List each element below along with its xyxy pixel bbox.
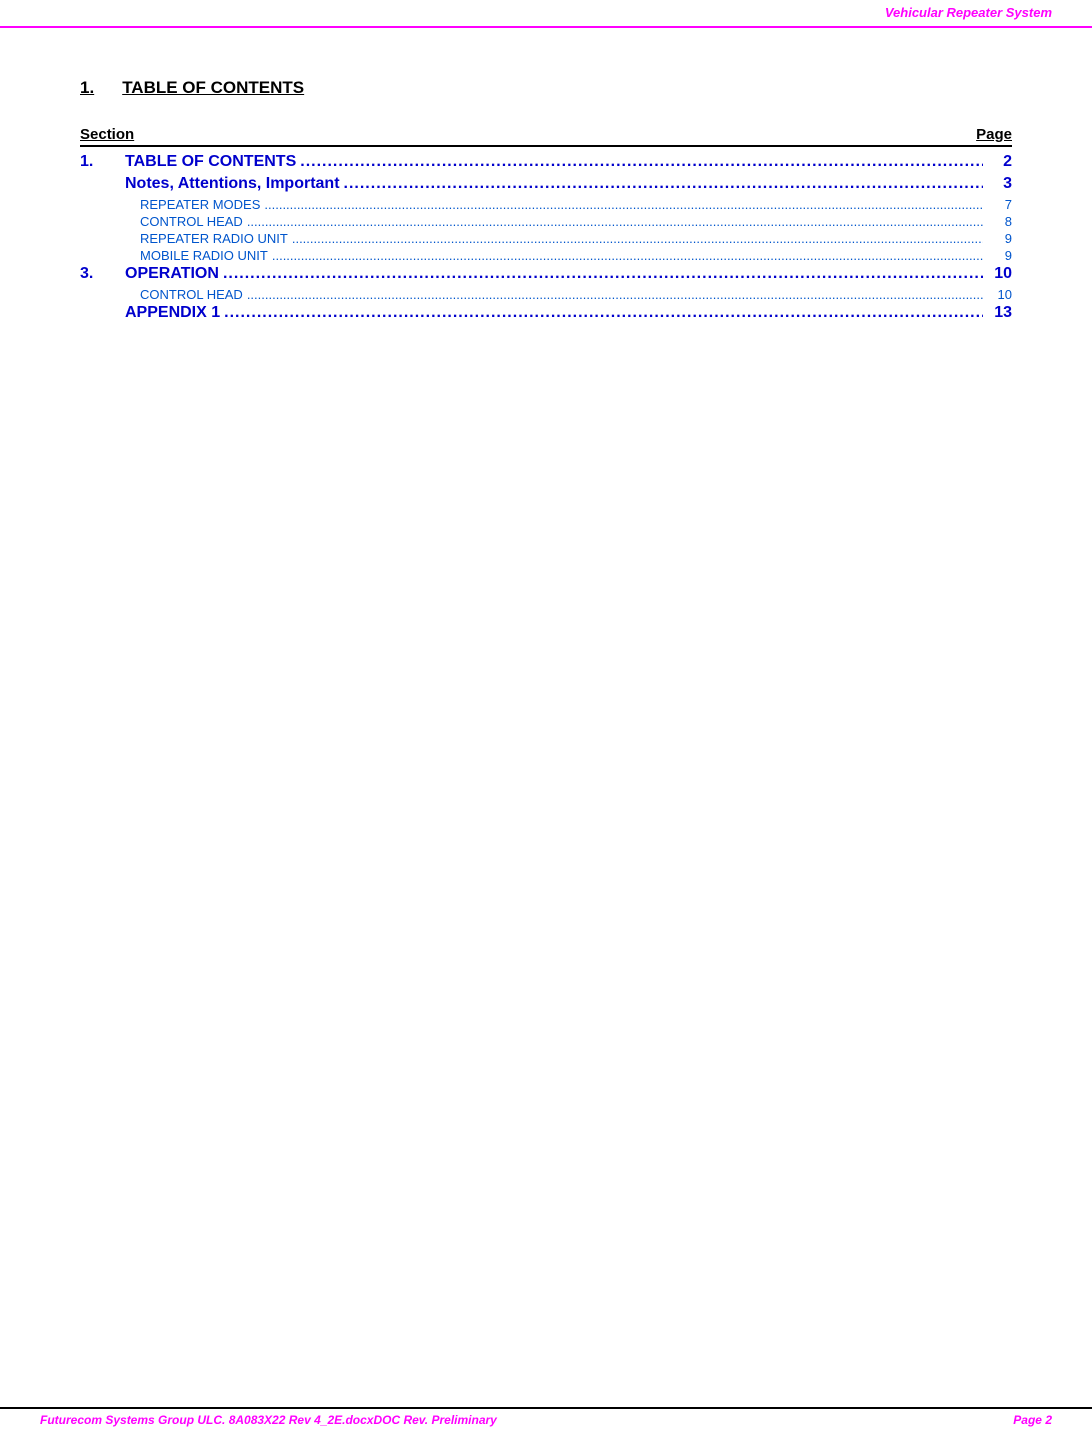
toc-dots: ........................................…	[344, 175, 983, 193]
header-title: Vehicular Repeater System	[885, 5, 1052, 20]
page-header: Vehicular Repeater System	[0, 0, 1092, 28]
toc-sub-dots: ........................................…	[264, 197, 983, 212]
toc-entry-text: Notes, Attentions, Important	[125, 175, 340, 193]
toc-sub-dots: ........................................…	[247, 214, 983, 229]
toc-entry-text: OPERATION	[125, 265, 219, 283]
page-container: Vehicular Repeater System 1.TABLE OF CON…	[0, 0, 1092, 1431]
toc-entry-main[interactable]: 1.TABLE OF CONTENTS ....................…	[80, 153, 1012, 171]
toc-sub-page: 10	[987, 287, 1012, 302]
toc-entry-number: 1.	[80, 153, 125, 171]
toc-entry-sub[interactable]: CONTROL HEAD ...........................…	[80, 214, 1012, 229]
heading-number: 1.	[80, 78, 94, 97]
page-column-label: Page	[976, 126, 1012, 143]
toc-sub-dots: ........................................…	[272, 248, 983, 263]
toc-sub-page: 7	[987, 197, 1012, 212]
toc-entry-text: TABLE OF CONTENTS	[125, 153, 296, 171]
toc-entry-sub[interactable]: REPEATER MODES .........................…	[80, 197, 1012, 212]
toc-sub-page: 9	[987, 248, 1012, 263]
toc-sub-page: 8	[987, 214, 1012, 229]
toc-entry-number: 3.	[80, 265, 125, 283]
toc-sub-text: REPEATER RADIO UNIT	[140, 231, 288, 246]
toc-entry-page: 2	[987, 153, 1012, 171]
toc-entry-text: APPENDIX 1	[125, 304, 220, 322]
toc-entry-page: 10	[987, 265, 1012, 283]
page-heading: 1. TABLE OF CONTENTS	[80, 78, 1012, 98]
page-footer: Futurecom Systems Group ULC. 8A083X22 Re…	[0, 1407, 1092, 1431]
toc-dots: ........................................…	[223, 265, 983, 283]
toc-entry-page: 3	[987, 175, 1012, 193]
section-column-label: Section	[80, 126, 134, 143]
toc-entry-main[interactable]: Notes, Attentions, Important ...........…	[80, 175, 1012, 193]
toc-sub-text: CONTROL HEAD	[140, 214, 243, 229]
toc-entry-sub[interactable]: CONTROL HEAD ...........................…	[80, 287, 1012, 302]
main-content: 1.TABLE OF CONTENTS Section Page 1.TABLE…	[0, 28, 1092, 386]
toc-entry-page: 13	[987, 304, 1012, 322]
toc-sub-page: 9	[987, 231, 1012, 246]
toc-entry-sub[interactable]: MOBILE RADIO UNIT ......................…	[80, 248, 1012, 263]
toc-entry-sub[interactable]: REPEATER RADIO UNIT ....................…	[80, 231, 1012, 246]
toc-container: 1.TABLE OF CONTENTS ....................…	[80, 153, 1012, 322]
toc-sub-text: CONTROL HEAD	[140, 287, 243, 302]
toc-sub-dots: ........................................…	[292, 231, 983, 246]
footer-left-text: Futurecom Systems Group ULC. 8A083X22 Re…	[40, 1413, 497, 1427]
toc-entry-main[interactable]: APPENDIX 1 .............................…	[80, 304, 1012, 322]
toc-sub-text: REPEATER MODES	[140, 197, 260, 212]
toc-dots: ........................................…	[224, 304, 983, 322]
toc-dots: ........................................…	[300, 153, 983, 171]
footer-right-text: Page 2	[1013, 1413, 1052, 1427]
toc-entry-main[interactable]: 3.OPERATION ............................…	[80, 265, 1012, 283]
toc-sub-dots: ........................................…	[247, 287, 983, 302]
heading-text: TABLE OF CONTENTS	[122, 78, 304, 97]
toc-sub-text: MOBILE RADIO UNIT	[140, 248, 268, 263]
section-page-row: Section Page	[80, 126, 1012, 147]
